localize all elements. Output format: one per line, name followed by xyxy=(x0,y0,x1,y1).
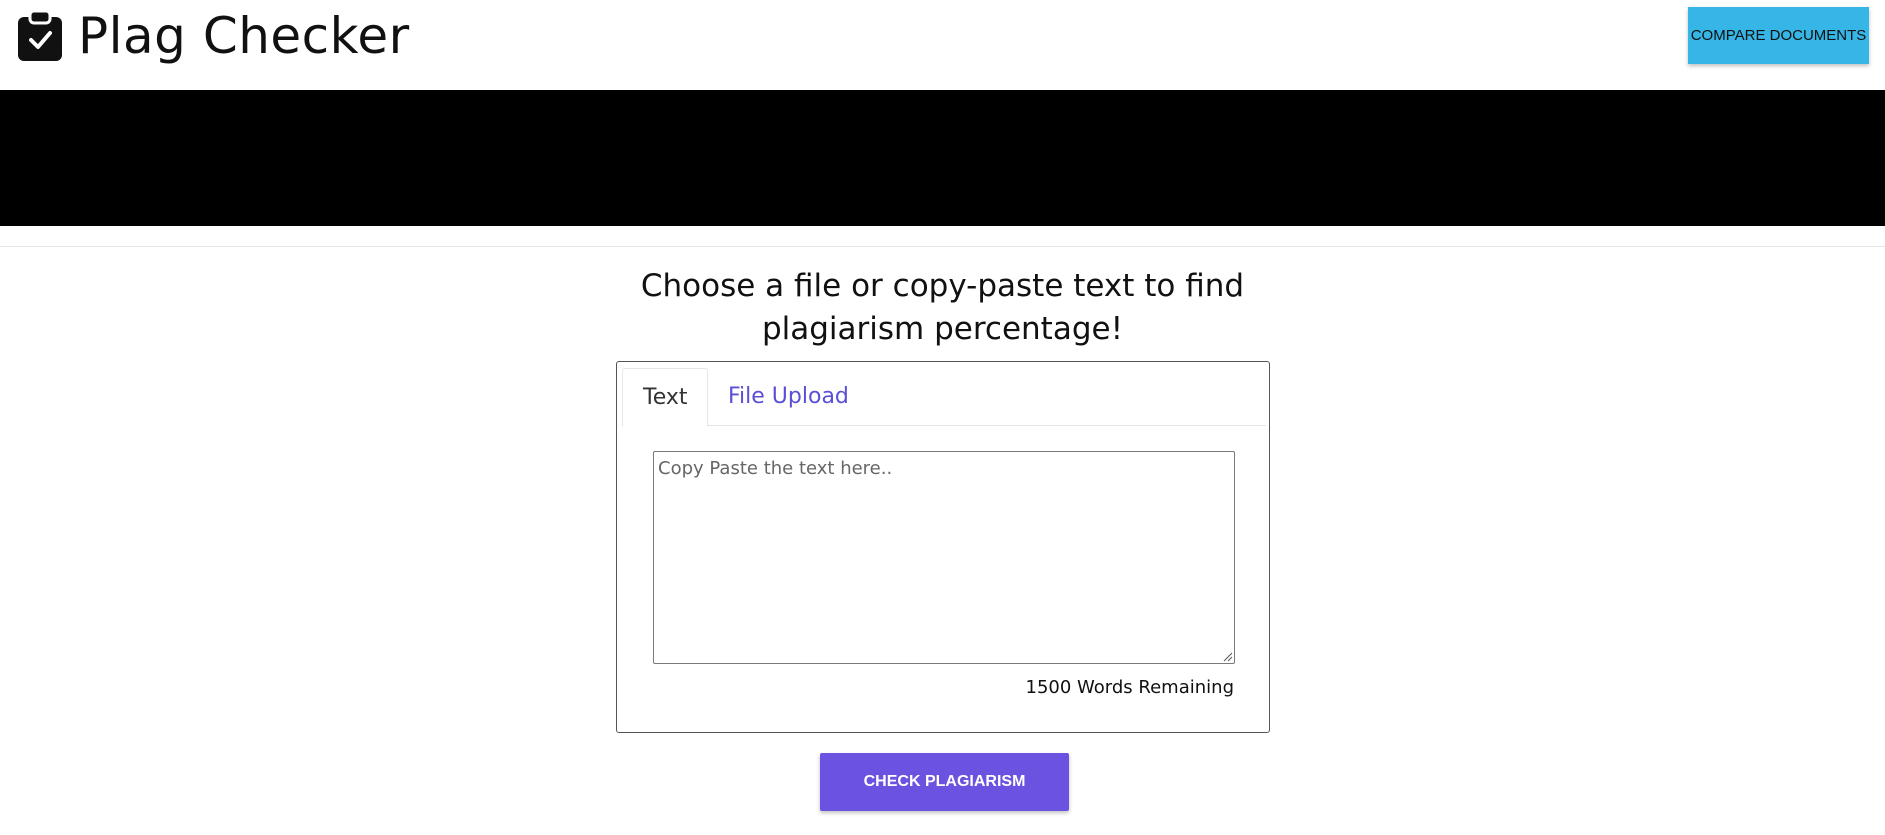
text-input[interactable] xyxy=(653,451,1235,664)
words-remaining: 1500 Words Remaining xyxy=(1025,677,1234,698)
heading-line-2: plagiarism percentage! xyxy=(761,311,1124,347)
check-plagiarism-button[interactable]: CHECK PLAGIARISM xyxy=(820,753,1069,811)
heading-line-1: Choose a file or copy-paste text to find xyxy=(640,268,1245,304)
app-title: Plag Checker xyxy=(78,7,410,65)
divider xyxy=(0,246,1885,247)
page-heading: Choose a file or copy-paste text to find… xyxy=(0,265,1885,351)
brand[interactable]: Plag Checker xyxy=(16,6,410,66)
top-header: Plag Checker COMPARE DOCUMENTS xyxy=(0,0,1885,90)
banner xyxy=(0,90,1885,226)
resize-handle-icon[interactable] xyxy=(1223,652,1233,662)
clipboard-check-icon xyxy=(18,9,62,61)
input-card: Text File Upload 1500 Words Remaining xyxy=(616,361,1270,733)
tab-text[interactable]: Text xyxy=(622,368,708,427)
compare-documents-button[interactable]: COMPARE DOCUMENTS xyxy=(1688,7,1869,64)
tab-bar: Text File Upload xyxy=(622,368,1266,427)
tab-file-upload[interactable]: File Upload xyxy=(708,368,869,426)
